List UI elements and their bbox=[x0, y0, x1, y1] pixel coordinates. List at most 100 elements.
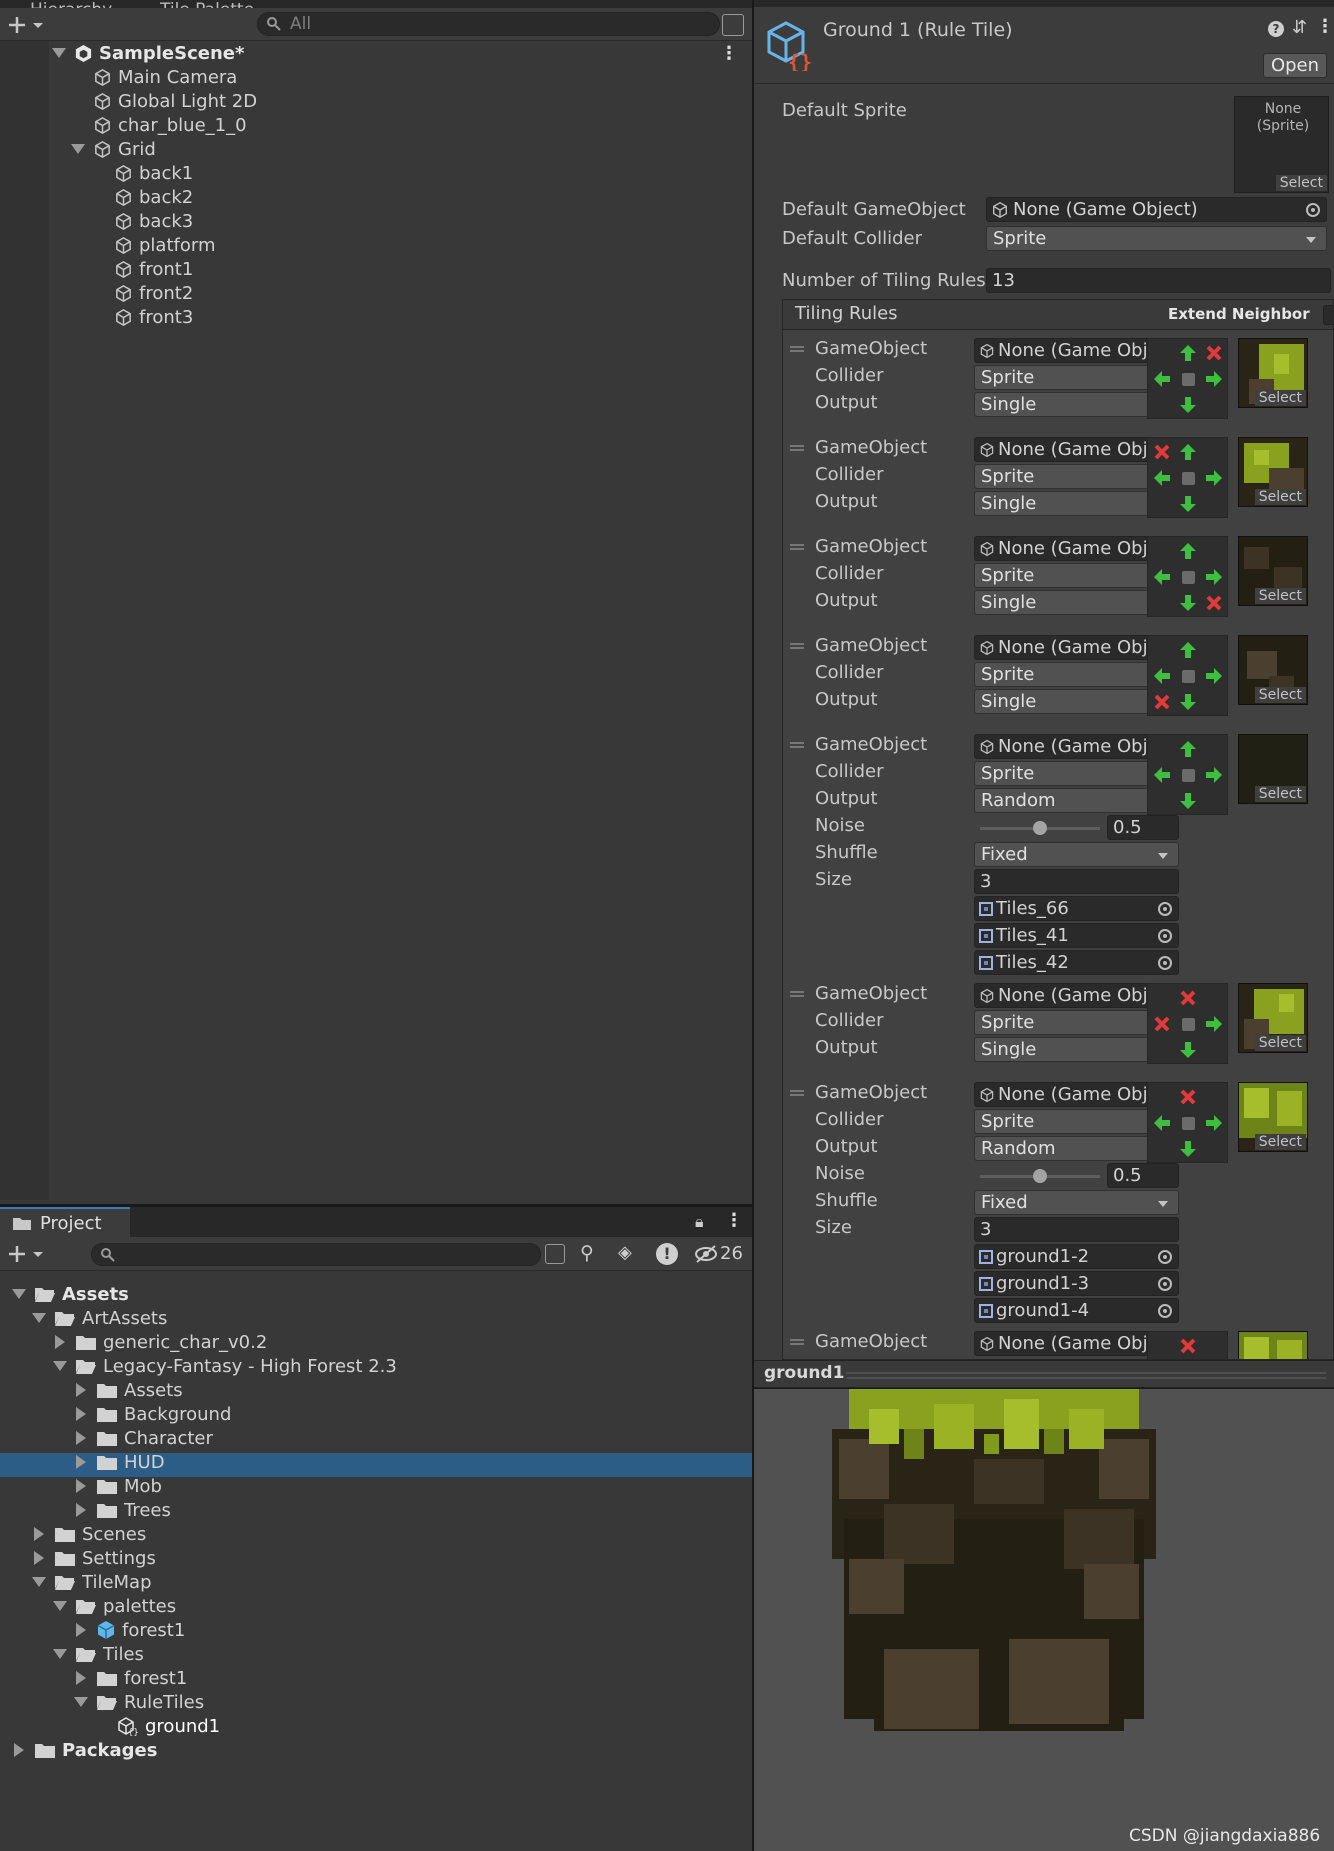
project-item[interactable]: Background bbox=[74, 1402, 752, 1426]
arrow-up-icon[interactable] bbox=[1175, 736, 1201, 762]
hierarchy-item[interactable]: Grid bbox=[71, 137, 671, 161]
default-collider-dropdown[interactable]: Sprite bbox=[986, 226, 1327, 251]
arrow-right-icon[interactable] bbox=[1201, 465, 1227, 491]
hierarchy-item[interactable]: Main Camera bbox=[71, 65, 671, 89]
rule-sprite-thumbnail[interactable] bbox=[1238, 1331, 1308, 1359]
project-item[interactable]: Settings bbox=[32, 1546, 752, 1570]
drag-handle-icon[interactable] bbox=[790, 1339, 804, 1345]
default-sprite-select-button[interactable]: Select bbox=[1275, 175, 1327, 191]
hierarchy-item[interactable]: back1 bbox=[92, 161, 692, 185]
center-tile-icon[interactable] bbox=[1175, 366, 1201, 392]
hierarchy-item[interactable]: platform bbox=[92, 233, 692, 257]
tab-hierarchy[interactable]: Hierarchy bbox=[30, 0, 112, 8]
empty-neighbor-cell[interactable] bbox=[1201, 985, 1227, 1011]
arrow-down-icon[interactable] bbox=[1175, 689, 1201, 715]
neighbor-grid[interactable] bbox=[1147, 635, 1228, 716]
collapse-arrow-icon[interactable] bbox=[76, 1671, 86, 1685]
drag-handle-icon[interactable] bbox=[790, 643, 804, 649]
project-item[interactable]: ArtAssets bbox=[32, 1306, 752, 1330]
empty-neighbor-cell[interactable] bbox=[1149, 788, 1175, 814]
open-button[interactable]: Open bbox=[1263, 53, 1327, 78]
project-item[interactable]: Trees bbox=[74, 1498, 752, 1522]
hierarchy-item[interactable]: front2 bbox=[92, 281, 692, 305]
hidden-packages-toggle[interactable]: 26 bbox=[694, 1243, 743, 1264]
arrow-left-icon[interactable] bbox=[1149, 465, 1175, 491]
collapse-arrow-icon[interactable] bbox=[76, 1503, 86, 1517]
collapse-arrow-icon[interactable] bbox=[76, 1407, 86, 1421]
project-item[interactable]: Tiles bbox=[53, 1642, 752, 1666]
object-picker-icon[interactable] bbox=[1158, 929, 1172, 943]
add-button[interactable] bbox=[9, 14, 45, 36]
hierarchy-item[interactable]: back2 bbox=[92, 185, 692, 209]
not-this-cross-icon[interactable] bbox=[1149, 689, 1175, 715]
drag-handle-icon[interactable] bbox=[790, 346, 804, 352]
expand-arrow-icon[interactable] bbox=[52, 48, 66, 58]
empty-neighbor-cell[interactable] bbox=[1149, 392, 1175, 418]
neighbor-grid[interactable] bbox=[1147, 338, 1228, 419]
object-picker-icon[interactable] bbox=[1158, 902, 1172, 916]
arrow-left-icon[interactable] bbox=[1149, 564, 1175, 590]
hierarchy-item[interactable]: char_blue_1_0 bbox=[71, 113, 671, 137]
empty-neighbor-cell[interactable] bbox=[1149, 637, 1175, 663]
project-item[interactable]: Assets bbox=[12, 1282, 752, 1306]
project-item[interactable]: TileMap bbox=[32, 1570, 752, 1594]
panel-divider[interactable] bbox=[752, 0, 754, 1851]
arrow-right-icon[interactable] bbox=[1201, 1110, 1227, 1136]
arrow-down-icon[interactable] bbox=[1175, 1037, 1201, 1063]
arrow-left-icon[interactable] bbox=[1149, 762, 1175, 788]
empty-neighbor-cell[interactable] bbox=[1149, 491, 1175, 517]
not-this-cross-icon[interactable] bbox=[1149, 439, 1175, 465]
select-button[interactable]: Select bbox=[1254, 489, 1306, 505]
rule-sprite-thumbnail[interactable]: Select bbox=[1238, 437, 1308, 507]
not-this-cross-icon[interactable] bbox=[1201, 590, 1227, 616]
num-rules-field[interactable]: 13 bbox=[986, 268, 1331, 293]
drag-handle-icon[interactable] bbox=[790, 742, 804, 748]
center-tile-icon[interactable] bbox=[1175, 1110, 1201, 1136]
help-icon[interactable]: ? bbox=[1268, 21, 1284, 37]
project-item[interactable]: HUD bbox=[74, 1450, 752, 1474]
project-search-input[interactable] bbox=[91, 1243, 541, 1266]
arrow-down-icon[interactable] bbox=[1175, 590, 1201, 616]
select-button[interactable]: Select bbox=[1254, 390, 1306, 406]
project-item[interactable]: Scenes bbox=[32, 1522, 752, 1546]
project-item[interactable]: forest1 bbox=[74, 1666, 752, 1690]
preset-settings-icon[interactable]: ⇵ bbox=[1292, 17, 1307, 38]
expand-arrow-icon[interactable] bbox=[53, 1361, 67, 1371]
collapse-arrow-icon[interactable] bbox=[34, 1527, 44, 1541]
rule-sprite-thumbnail[interactable]: Select bbox=[1238, 635, 1308, 705]
select-button[interactable]: Select bbox=[1254, 588, 1306, 604]
neighbor-grid[interactable] bbox=[1147, 734, 1228, 815]
not-this-cross-icon[interactable] bbox=[1175, 1333, 1201, 1359]
empty-neighbor-cell[interactable] bbox=[1149, 1084, 1175, 1110]
expand-arrow-icon[interactable] bbox=[32, 1577, 46, 1587]
empty-neighbor-cell[interactable] bbox=[1149, 1136, 1175, 1162]
project-item[interactable]: Character bbox=[74, 1426, 752, 1450]
arrow-right-icon[interactable] bbox=[1201, 762, 1227, 788]
arrow-left-icon[interactable] bbox=[1149, 663, 1175, 689]
label-tag-icon[interactable]: ◈ bbox=[618, 1242, 642, 1266]
collapse-arrow-icon[interactable] bbox=[76, 1455, 86, 1469]
expand-arrow-icon[interactable] bbox=[74, 1697, 88, 1707]
filter-by-type-icon[interactable]: ⚲ bbox=[580, 1242, 604, 1266]
project-item[interactable]: forest1 bbox=[74, 1618, 752, 1642]
object-picker-icon[interactable] bbox=[1158, 1277, 1172, 1291]
shuffle-dropdown[interactable]: Fixed bbox=[974, 842, 1179, 867]
object-picker-icon[interactable] bbox=[1158, 956, 1172, 970]
arrow-down-icon[interactable] bbox=[1175, 491, 1201, 517]
arrow-right-icon[interactable] bbox=[1201, 1011, 1227, 1037]
empty-neighbor-cell[interactable] bbox=[1201, 637, 1227, 663]
rule-sprite-thumbnail[interactable]: Select bbox=[1238, 983, 1308, 1053]
sprite-field[interactable]: Tiles_41 bbox=[974, 923, 1179, 948]
empty-neighbor-cell[interactable] bbox=[1149, 1333, 1175, 1359]
create-button[interactable] bbox=[9, 1243, 45, 1265]
empty-neighbor-cell[interactable] bbox=[1149, 1037, 1175, 1063]
select-button[interactable]: Select bbox=[1254, 687, 1306, 703]
arrow-down-icon[interactable] bbox=[1175, 1136, 1201, 1162]
expand-arrow-icon[interactable] bbox=[32, 1313, 46, 1323]
arrow-up-icon[interactable] bbox=[1175, 538, 1201, 564]
noise-slider-handle[interactable] bbox=[1033, 1169, 1047, 1183]
project-item[interactable]: generic_char_v0.2 bbox=[53, 1330, 752, 1354]
arrow-up-icon[interactable] bbox=[1175, 439, 1201, 465]
search-by-type-icon[interactable] bbox=[545, 1244, 565, 1264]
project-item[interactable]: Mob bbox=[74, 1474, 752, 1498]
